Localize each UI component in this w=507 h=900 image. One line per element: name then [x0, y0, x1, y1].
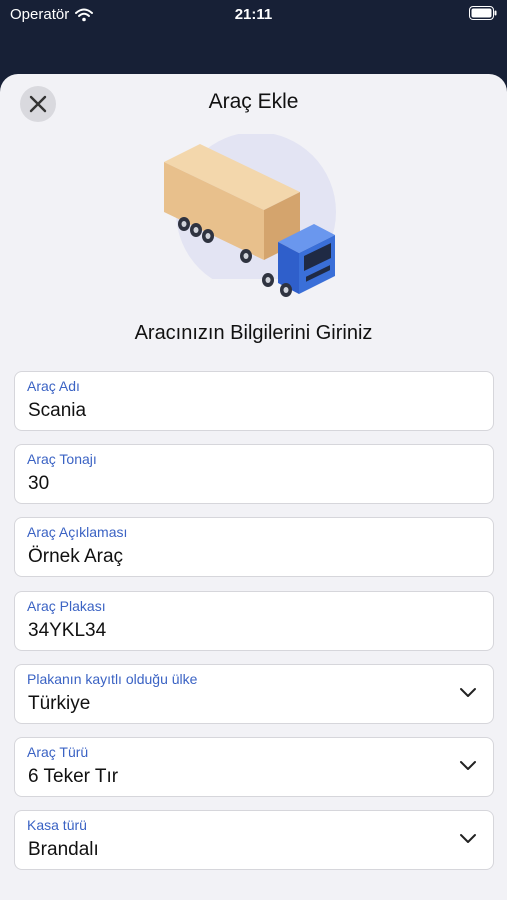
vehicle-tonnage-field[interactable]: Araç Tonajı 30: [14, 444, 494, 504]
vehicle-name-field[interactable]: Araç Adı Scania: [14, 371, 494, 431]
chevron-down-icon: [460, 688, 476, 697]
field-label: Araç Adı: [27, 378, 80, 394]
field-value: Scania: [28, 400, 87, 421]
vehicle-description-field[interactable]: Araç Açıklaması Örnek Araç: [14, 517, 494, 577]
field-value: 30: [28, 473, 50, 494]
chevron-down-icon: [460, 761, 476, 770]
status-bar: Operatör 21:11: [0, 0, 507, 30]
field-label: Araç Tonajı: [27, 451, 97, 467]
plate-country-select[interactable]: Plakanın kayıtlı olduğu ülke Türkiye: [14, 664, 494, 724]
status-time: 21:11: [234, 6, 273, 23]
field-value: Türkiye: [28, 693, 91, 714]
field-value: Brandalı: [28, 839, 99, 860]
vehicle-plate-field[interactable]: Araç Plakası 34YKL34: [14, 591, 494, 651]
field-label: Araç Açıklaması: [27, 524, 128, 540]
field-value: 6 Teker Tır: [28, 766, 119, 787]
chevron-down-icon: [460, 834, 476, 843]
form-subtitle: Aracınızın Bilgilerini Giriniz: [134, 322, 373, 344]
field-value: 34YKL34: [28, 620, 107, 641]
sheet-title: Araç Ekle: [208, 90, 299, 113]
truck-illustration: [160, 134, 345, 304]
body-type-select[interactable]: Kasa türü Brandalı: [14, 810, 494, 870]
vehicle-type-select[interactable]: Araç Türü 6 Teker Tır: [14, 737, 494, 797]
field-label: Araç Türü: [27, 744, 89, 760]
field-label: Plakanın kayıtlı olduğu ülke: [27, 671, 198, 687]
add-vehicle-sheet: Araç Ekle Aracınızın Bilgilerini Giriniz…: [0, 74, 507, 900]
battery-icon: [469, 6, 497, 20]
field-label: Kasa türü: [27, 817, 87, 833]
field-value: Örnek Araç: [28, 546, 124, 567]
field-label: Araç Plakası: [27, 598, 106, 614]
